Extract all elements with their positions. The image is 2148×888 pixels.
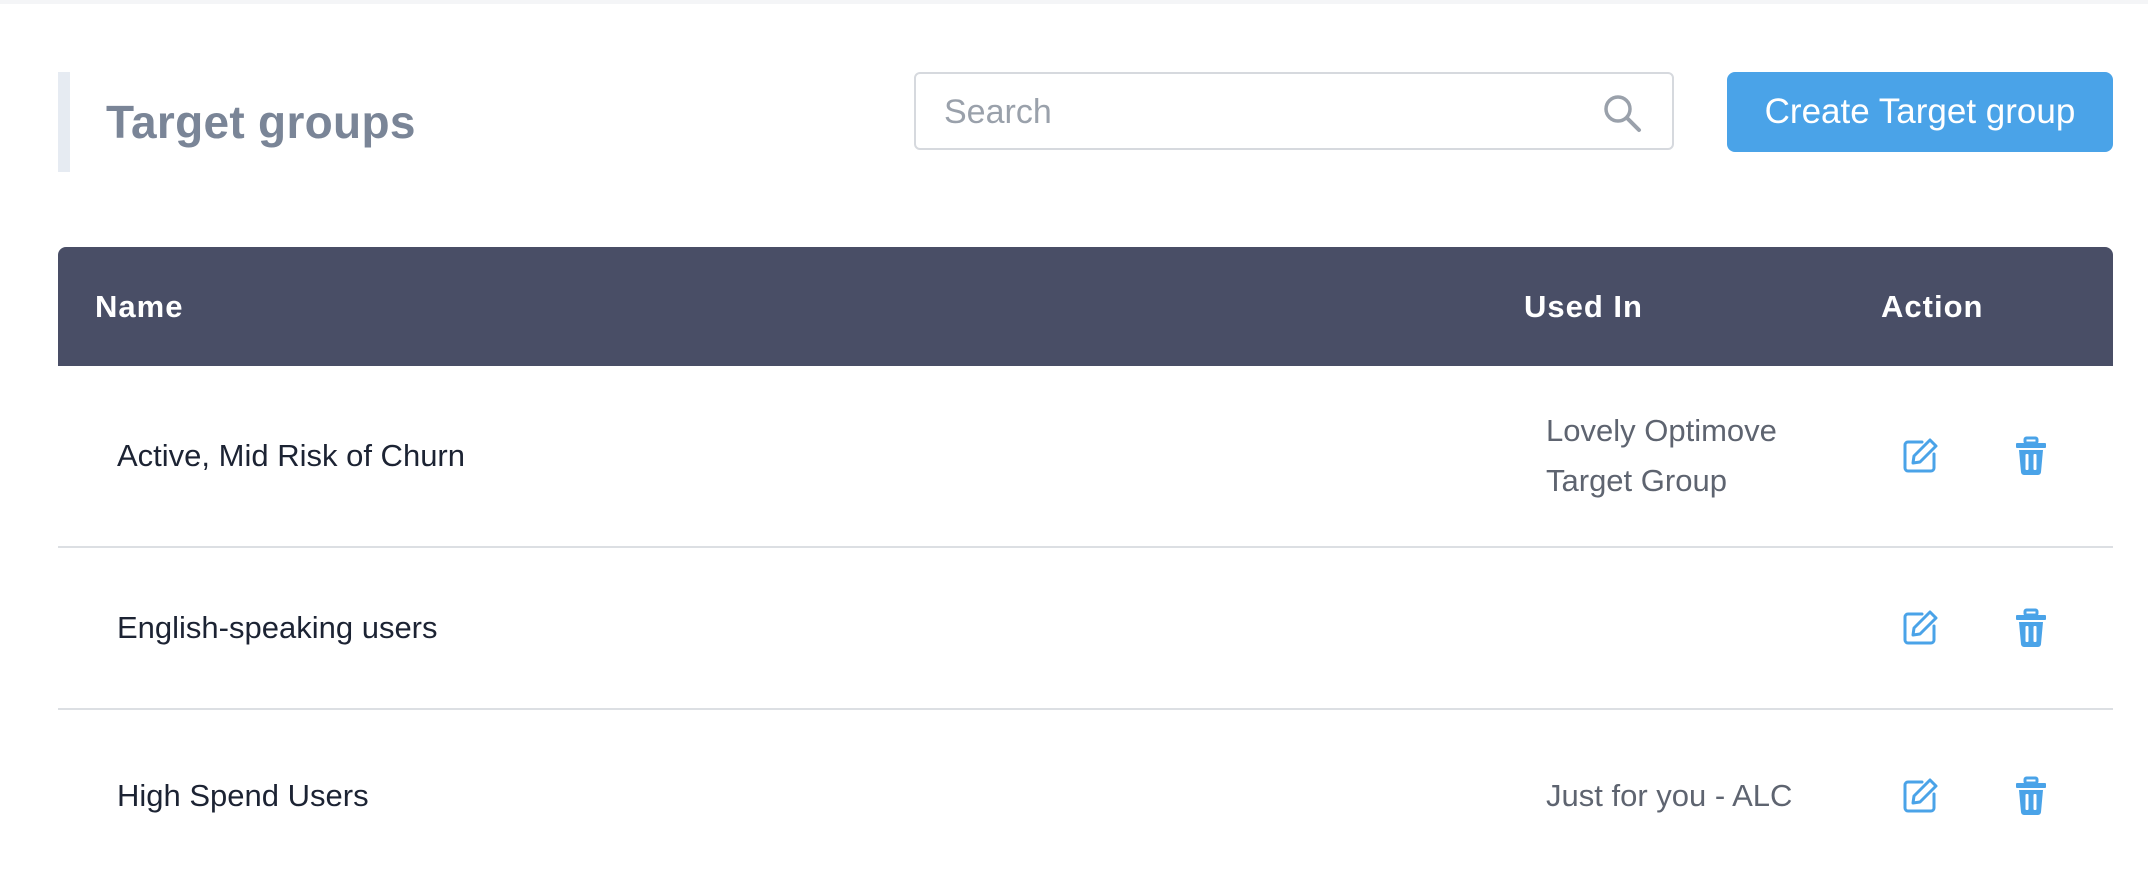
row-name: High Spend Users: [117, 778, 369, 813]
column-header-name: Name: [95, 288, 184, 324]
page-header: Target groups Create Target group: [58, 72, 2113, 172]
trash-icon[interactable]: [2007, 772, 2055, 820]
row-name: Active, Mid Risk of Churn: [117, 438, 465, 473]
trash-icon[interactable]: [2007, 604, 2055, 652]
trash-icon[interactable]: [2007, 432, 2055, 480]
row-used-in: Just for you - ALC: [1546, 778, 1793, 813]
edit-icon[interactable]: [1896, 432, 1944, 480]
title-block: Target groups: [58, 72, 416, 172]
row-used-in: [1546, 548, 1826, 708]
row-name: English-speaking users: [117, 610, 438, 645]
column-header-used-in: Used In: [1524, 288, 1643, 324]
row-used-in: Lovely Optimove Target Group: [1546, 413, 1777, 498]
edit-icon[interactable]: [1896, 772, 1944, 820]
edit-icon[interactable]: [1896, 604, 1944, 652]
target-groups-page: Target groups Create Target group Name U…: [58, 0, 2113, 888]
search-icon[interactable]: [1602, 93, 1642, 133]
search-input[interactable]: [942, 74, 1586, 150]
column-header-action: Action: [1881, 288, 1984, 324]
search-box[interactable]: [914, 72, 1674, 150]
create-target-group-button[interactable]: Create Target group: [1727, 72, 2113, 152]
table-row: High Spend Users Just for you - ALC: [58, 710, 2113, 882]
table-row: English-speaking users: [58, 548, 2113, 710]
page-title: Target groups: [106, 96, 416, 148]
target-groups-table: Name Used In Action Active, Mid Risk of …: [58, 247, 2113, 882]
table-header: Name Used In Action: [58, 247, 2113, 366]
table-row: Active, Mid Risk of Churn Lovely Optimov…: [58, 366, 2113, 548]
